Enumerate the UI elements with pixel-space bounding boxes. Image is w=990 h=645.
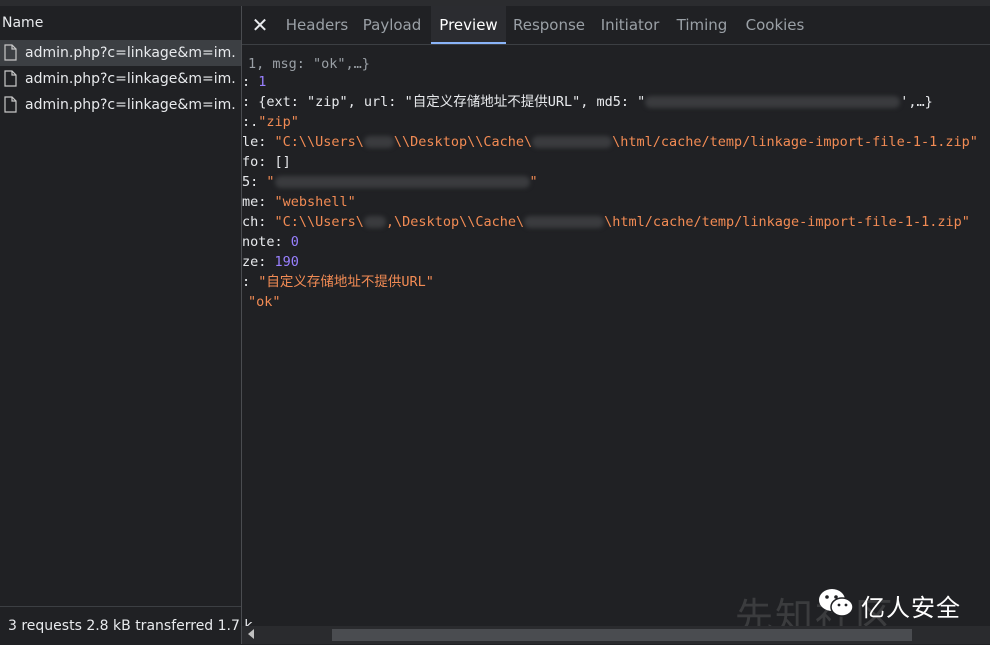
tree-line[interactable]: 1, msg: "ok",…} <box>248 54 370 74</box>
tab-timing[interactable]: Timing <box>672 6 732 44</box>
file-icon <box>4 70 17 87</box>
redacted-block <box>274 176 530 188</box>
redacted-block <box>532 136 613 148</box>
tree-line[interactable]: : {ext: "zip", url: "自定义存储地址不提供URL", md5… <box>242 92 933 112</box>
tab-initiator[interactable]: Initiator <box>595 6 665 44</box>
tree-line: ze: 190 <box>242 254 299 270</box>
tab-payload[interactable]: Payload <box>357 6 427 44</box>
tree-line: :."zip" <box>242 114 299 130</box>
details-panel: ✕ Headers Payload Preview Response Initi… <box>242 6 990 644</box>
details-tab-bar: ✕ Headers Payload Preview Response Initi… <box>242 6 990 45</box>
tab-response[interactable]: Response <box>510 6 588 44</box>
redacted-block <box>524 216 605 228</box>
tree-line: : "自定义存储地址不提供URL" <box>242 274 434 290</box>
redacted-block <box>363 216 386 228</box>
redacted-block <box>645 96 901 108</box>
request-name: admin.php?c=linkage&m=im... <box>25 45 235 61</box>
tree-line: me: "webshell" <box>242 194 356 210</box>
tree-line: note: 0 <box>242 234 299 250</box>
tree-line: : 1 <box>242 74 267 90</box>
scroll-left-icon[interactable] <box>248 629 254 639</box>
tree-line: "ok" <box>248 294 281 310</box>
name-column-header[interactable]: Name <box>0 6 241 41</box>
request-name: admin.php?c=linkage&m=im... <box>25 71 235 87</box>
tree-line: 5: " " <box>242 174 538 190</box>
request-name: admin.php?c=linkage&m=im... <box>25 97 235 113</box>
watermark-text: 亿人安全 <box>861 594 961 622</box>
tab-preview[interactable]: Preview <box>431 6 506 44</box>
tree-line: ch: "C:\\Users\ ,\Desktop\\Cache\ \html/ca… <box>242 214 970 230</box>
status-summary: 3 requests 2.8 kB transferred 1.7 k <box>8 618 253 634</box>
tree-line: fo: [] <box>242 154 291 170</box>
request-row[interactable]: admin.php?c=linkage&m=im... <box>0 40 241 66</box>
name-column-label: Name <box>2 15 44 31</box>
close-icon[interactable]: ✕ <box>250 15 270 35</box>
file-icon <box>4 96 17 113</box>
tree-line: le: "C:\\Users\ \\Desktop\\Cache\ \html/ca… <box>242 134 978 150</box>
wechat-icon <box>819 589 854 617</box>
watermark: 亿人安全 <box>815 582 990 626</box>
horizontal-scrollbar[interactable] <box>242 626 990 644</box>
tab-cookies[interactable]: Cookies <box>740 6 810 44</box>
file-icon <box>4 44 17 61</box>
tab-headers[interactable]: Headers <box>282 6 352 44</box>
network-status-bar: 3 requests 2.8 kB transferred 1.7 k <box>0 606 252 645</box>
redacted-block <box>363 136 394 148</box>
scroll-thumb[interactable] <box>332 629 912 641</box>
request-row[interactable]: admin.php?c=linkage&m=im... <box>0 66 241 92</box>
request-row[interactable]: admin.php?c=linkage&m=im... <box>0 92 241 118</box>
